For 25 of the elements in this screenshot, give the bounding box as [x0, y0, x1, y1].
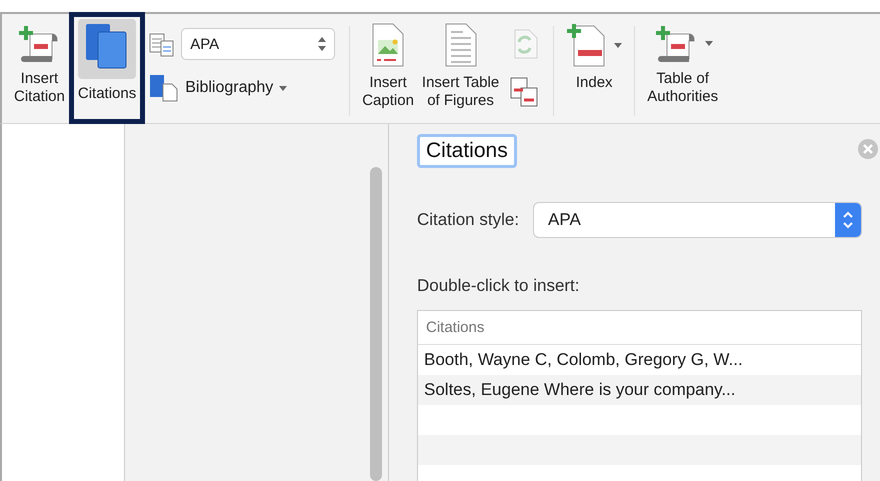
caret-icon: [279, 86, 288, 90]
table-of-authorities-button[interactable]: Table of Authorities: [643, 14, 722, 106]
caret-icon: [704, 40, 713, 46]
cross-reference-icon[interactable]: [509, 76, 540, 108]
scrollbar-thumb[interactable]: [370, 167, 382, 481]
style-select[interactable]: APA: [181, 28, 336, 60]
instruction-text: Double-click to insert:: [417, 276, 581, 296]
bibliography-button[interactable]: Bibliography: [149, 74, 336, 102]
panel-title: Citations: [417, 134, 517, 168]
insert-citation-button[interactable]: Insert Citation: [10, 14, 69, 106]
insert-caption-button[interactable]: Insert Caption: [358, 14, 418, 110]
book-icon: [149, 74, 180, 102]
stepper-icon: [318, 36, 326, 52]
stepper-icon: [843, 211, 853, 229]
citation-row[interactable]: Booth, Wayne C, Colomb, Gregory G, W...: [418, 345, 861, 375]
insert-table-of-figures-button[interactable]: Insert Table of Figures: [418, 14, 504, 110]
citations-button[interactable]: Citations: [68, 12, 146, 124]
citation-row[interactable]: Soltes, Eugene Where is your company...: [418, 375, 861, 405]
citation-style-label: Citation style:: [417, 210, 520, 230]
index-button[interactable]: Index: [562, 14, 626, 92]
close-icon[interactable]: [858, 139, 878, 159]
column-header: Citations: [418, 311, 861, 345]
caret-icon: [614, 42, 622, 48]
document-icon: [149, 31, 176, 57]
citation-style-select[interactable]: APA: [533, 202, 862, 238]
